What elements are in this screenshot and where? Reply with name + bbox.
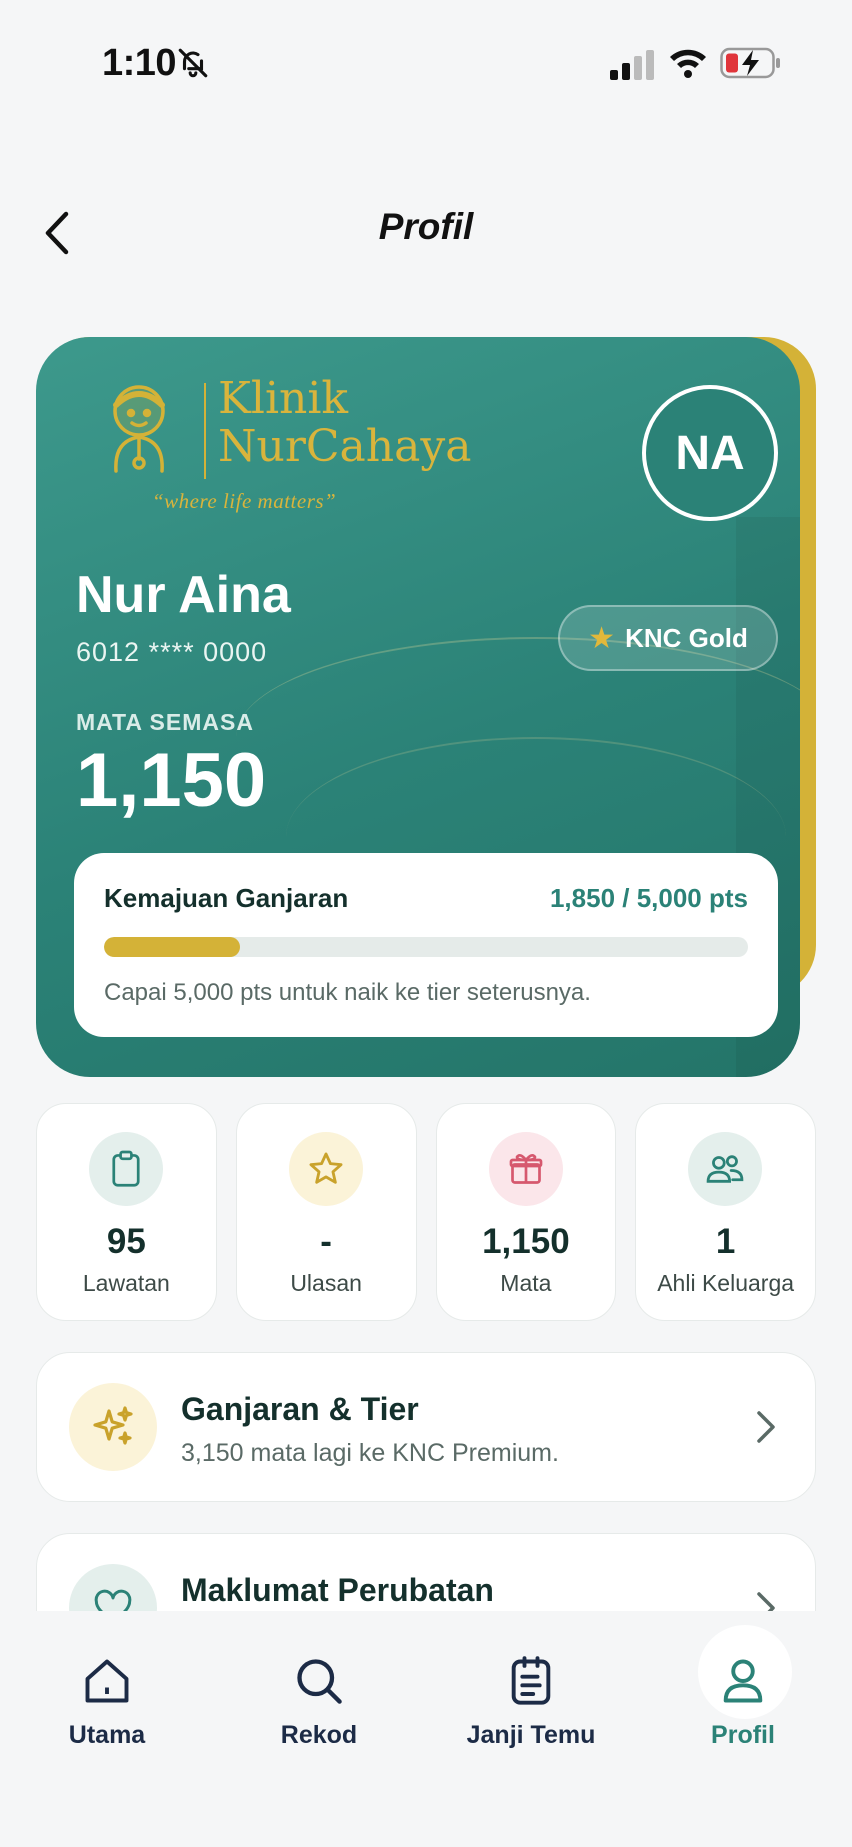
status-bar: 1:10	[0, 0, 852, 130]
stat-label: Lawatan	[82, 1270, 170, 1296]
reward-progress-box: Kemajuan Ganjaran 1,850 / 5,000 pts Capa…	[74, 853, 778, 1037]
logo-text-line1: Klinik	[218, 373, 349, 424]
menu-subtitle: 3,150 mata lagi ke KNC Premium.	[181, 1439, 559, 1467]
chevron-right-icon	[757, 1411, 775, 1443]
progress-title: Kemajuan Ganjaran	[104, 883, 349, 913]
star-icon: ★	[588, 621, 616, 655]
progress-fill	[104, 937, 240, 957]
logo-divider	[204, 383, 206, 479]
menu-rewards-tier[interactable]: Ganjaran & Tier 3,150 mata lagi ke KNC P…	[36, 1352, 816, 1502]
gift-icon	[488, 1132, 563, 1206]
calendar-doc-icon	[511, 1656, 551, 1705]
header: Profil	[0, 190, 852, 270]
points-label: MATA SEMASA	[76, 709, 254, 735]
search-icon	[297, 1659, 342, 1704]
tier-label: KNC Gold	[625, 622, 748, 653]
nav-item-profile[interactable]: Profil	[653, 1641, 833, 1750]
stat-label: Mata	[500, 1270, 552, 1296]
avatar[interactable]: NA	[642, 385, 778, 521]
stat-label: Ulasan	[290, 1270, 362, 1296]
stat-value: 95	[106, 1222, 146, 1261]
clinic-logo: Klinik NurCahaya “where life matters”	[94, 375, 471, 519]
clipboard-icon	[89, 1132, 163, 1206]
logo-text-line2: NurCahaya	[218, 421, 472, 472]
nav-label: Janji Temu	[466, 1721, 596, 1749]
points-value: 1,150	[76, 738, 267, 823]
nav-item-appointments[interactable]: Janji Temu	[441, 1641, 621, 1750]
stat-visits[interactable]: 95 Lawatan	[36, 1103, 217, 1321]
member-phone: 6012 **** 0000	[76, 637, 268, 667]
nav-label: Utama	[68, 1721, 146, 1749]
nav-label: Profil	[711, 1721, 775, 1749]
logo-tagline: “where life matters”	[152, 489, 337, 513]
progress-track	[104, 937, 748, 957]
stat-family-members[interactable]: 1 Ahli Keluarga	[635, 1103, 816, 1321]
stat-reviews[interactable]: - Ulasan	[235, 1103, 417, 1321]
signal-icon	[610, 50, 654, 80]
stat-points[interactable]: 1,150 Mata	[435, 1103, 617, 1321]
progress-value: 1,850 / 5,000 pts	[549, 883, 748, 913]
stat-label: Ahli Keluarga	[657, 1270, 795, 1296]
status-time: 1:10	[102, 42, 177, 84]
tier-badge: ★ KNC Gold	[558, 605, 778, 671]
stat-value: 1,150	[482, 1222, 570, 1261]
stat-value: 1	[715, 1222, 736, 1261]
menu-title: Maklumat Perubatan	[181, 1572, 494, 1608]
page-title: Profil	[378, 206, 474, 247]
star-icon	[288, 1132, 363, 1206]
users-icon	[688, 1132, 763, 1206]
nav-item-records[interactable]: Rekod	[229, 1641, 409, 1750]
nav-item-home[interactable]: Utama	[17, 1641, 197, 1750]
battery-charging-icon	[720, 47, 780, 79]
clinic-mascot-icon	[113, 385, 165, 473]
menu-title: Ganjaran & Tier	[181, 1391, 419, 1427]
member-name: Nur Aina	[76, 566, 291, 624]
user-icon	[723, 1659, 763, 1703]
stat-value: -	[320, 1222, 332, 1261]
nav-label: Rekod	[280, 1721, 358, 1749]
home-icon	[85, 1659, 129, 1703]
progress-note: Capai 5,000 pts untuk naik ke tier seter…	[104, 979, 591, 1006]
member-card: Klinik NurCahaya “where life matters” NA…	[36, 337, 800, 1077]
bottom-nav: Utama Rekod Janji Temu Profil	[0, 1611, 852, 1847]
wifi-icon	[670, 49, 706, 78]
sparkles-icon	[69, 1383, 157, 1471]
bell-muted-icon	[178, 48, 208, 78]
stats-row: 95 Lawatan - Ulasan 1,150 Mata 1 Ahli Ke…	[36, 1103, 816, 1321]
